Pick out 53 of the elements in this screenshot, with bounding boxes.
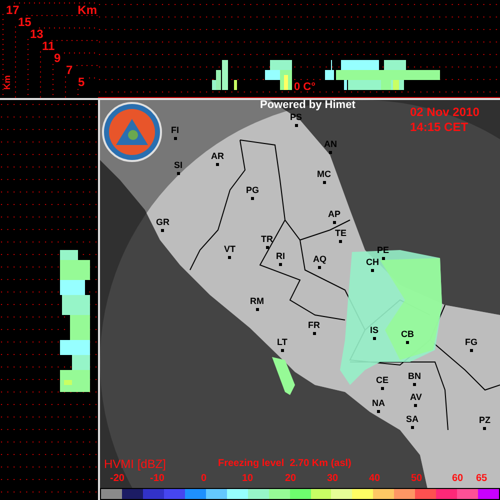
city-label: IS (370, 326, 379, 335)
city-label: AQ (313, 255, 326, 264)
freezing-mark: 0 C° (294, 82, 316, 93)
height-label: 11 (42, 40, 55, 52)
freezing-level-text: Freezing level 2.70 Km (asl) (218, 459, 352, 469)
height-label: 5 (78, 76, 85, 88)
city-label: AP (328, 210, 341, 219)
city-label: GR (156, 218, 170, 227)
height-label: 13 (30, 28, 44, 40)
city-label: CB (401, 330, 414, 339)
city-label: RI (276, 252, 285, 261)
height-label: 7 (66, 64, 73, 76)
city-label: LT (277, 338, 288, 347)
coastal-echo-drawing (272, 357, 295, 395)
scale-tick-label: 65 (476, 474, 488, 484)
city-label: AV (410, 393, 422, 402)
unit-label: Km (78, 4, 97, 16)
height-label: 15 (18, 16, 32, 28)
product-label: HVMI [dBZ] (104, 458, 166, 470)
triangle-icon (115, 117, 149, 147)
city-label: PG (246, 186, 260, 195)
scale-tick-label: 40 (369, 474, 380, 484)
scale-tick-label: 60 (452, 474, 464, 484)
city-label: FI (171, 126, 179, 135)
scale-tick-label: 10 (242, 474, 254, 484)
city-label: FR (308, 321, 320, 330)
scale-tick-label: 50 (411, 474, 422, 484)
city-label: VT (224, 245, 236, 254)
city-label: NA (372, 399, 385, 408)
time-text: 14:15 CET (410, 121, 468, 133)
scale-tick-label: 30 (327, 474, 338, 484)
city-label: AN (324, 140, 337, 149)
city-label: AR (211, 152, 224, 161)
city-label: RM (250, 297, 264, 306)
city-label: CE (376, 376, 389, 385)
city-label: SA (406, 415, 419, 424)
city-label: MC (317, 170, 331, 179)
city-label: BN (408, 372, 421, 381)
scale-tick-label: -20 (110, 474, 124, 484)
city-label: FG (465, 338, 478, 347)
scale-tick-label: 20 (285, 474, 296, 484)
city-label: PZ (479, 416, 491, 425)
scale-tick-label: 0 (201, 474, 207, 484)
scale-tick-label: -10 (150, 474, 164, 484)
date-text: 02 Nov 2010 (410, 106, 480, 118)
credit-text: Powered by Himet (260, 100, 356, 111)
city-label: TE (335, 229, 347, 238)
city-label: CH (366, 258, 379, 267)
height-label: 9 (54, 52, 61, 64)
height-label: 17 (6, 4, 20, 16)
side-unit-label: Km (2, 75, 12, 90)
city-label: TR (261, 235, 273, 244)
city-label: SI (174, 161, 183, 170)
